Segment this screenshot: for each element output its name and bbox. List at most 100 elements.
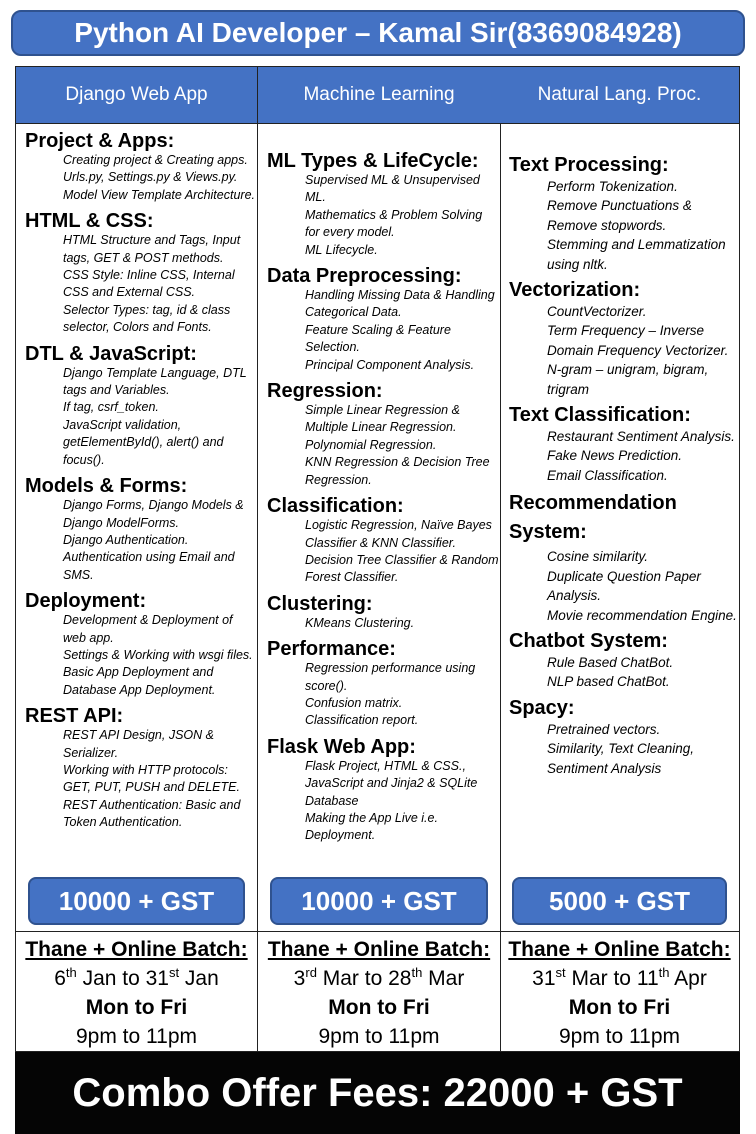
section-title: Text Processing: [509, 154, 669, 176]
topic-item: Urls.py, Settings.py & Views.py. [63, 170, 238, 185]
section-title: Deployment: [25, 590, 147, 613]
course-column-nlp: Natural Lang. Proc. Text Processing: Perfo… [500, 67, 739, 1051]
end-suffix: th [411, 965, 423, 980]
batch-time: 9pm to 11pm [75, 1025, 197, 1048]
start-day: 6 [54, 967, 66, 990]
batch-info: Thane + Online Batch: 3rd Mar to 28th Mar… [258, 931, 500, 1051]
topic-item: Logistic Regression, Naïve Bayes Classif… [305, 518, 492, 550]
batch-dates: 3rd Mar to 28th Mar [258, 964, 500, 993]
topic-list: ML Types & LifeCycle: Supervised ML & Uns… [258, 144, 500, 845]
column-header: Machine Learning [258, 67, 500, 124]
topic-list: Project & Apps: Creating project & Creati… [16, 124, 257, 832]
topic-item: If tag, csrf_token. [63, 400, 159, 415]
batch-days: Mon to Fri [328, 996, 430, 1019]
topic-item: NLP based ChatBot. [547, 674, 670, 690]
section-items: Simple Linear Regression & Multiple Line… [305, 402, 500, 489]
section-title: Chatbot System: [509, 629, 668, 652]
section-items: Handling Missing Data & Handling Categor… [305, 287, 500, 374]
date-middle: Mar to 11 [565, 967, 659, 990]
batch-days: Mon to Fri [568, 996, 671, 1019]
topic-item: Django Forms, Django Models & Django Mod… [63, 498, 244, 530]
batch-days: Mon to Fri [85, 996, 188, 1019]
section-title: ML Types & LifeCycle: [267, 150, 479, 172]
start-day: 3 [293, 967, 306, 990]
course-column-django: Django Web App Project & Apps: Creating pr… [16, 67, 257, 1051]
topic-item: Polynomial Regression. [305, 437, 437, 452]
topic-item: KNN Regression & Decision Tree Regressio… [305, 455, 490, 487]
batch-title: Thane + Online Batch: [25, 938, 248, 961]
section-items: Creating project & Creating apps. Urls.py… [63, 152, 257, 204]
start-suffix: th [65, 965, 77, 980]
end-month: Jan [179, 967, 219, 990]
topic-item: Duplicate Question Paper Analysis. [547, 568, 701, 604]
section-items: Development & Deployment of web app. Sett… [63, 612, 257, 699]
section-items: Flask Project, HTML & CSS., JavaScript a… [305, 758, 500, 845]
batch-time: 9pm to 11pm [558, 1025, 680, 1048]
topic-item: N-gram – unigram, bigram, trigram [547, 362, 709, 397]
section-title: Flask Web App: [267, 735, 416, 758]
topic-list: Text Processing: Perform Tokenization. Rem… [500, 149, 739, 778]
start-suffix: st [555, 965, 566, 980]
topic-item: Mathematics & Problem Solving for every … [305, 207, 483, 240]
topic-item: Stemming and Lemmatization using nltk. [547, 237, 726, 272]
end-month: Apr [669, 967, 707, 990]
topic-item: Confusion matrix. [305, 695, 403, 710]
topic-item: Movie recommendation Engine. [547, 607, 737, 623]
end-suffix: th [658, 965, 670, 980]
batch-info: Thane + Online Batch: 31st Mar to 11th Ap… [500, 931, 739, 1051]
topic-item: JavaScript validation, getElementById(),… [63, 417, 224, 467]
price-badge: 10000 + GST [28, 877, 245, 925]
section-items: Pretrained vectors. Similarity, Text Clea… [547, 720, 739, 778]
date-middle: Jan to 31 [76, 967, 169, 990]
page-title: Python AI Developer – Kamal Sir(83690849… [11, 10, 745, 56]
section-title: Clustering: [267, 592, 373, 615]
topic-item: Principal Component Analysis. [305, 357, 475, 372]
topic-item: Django Template Language, DTL tags and V… [63, 365, 247, 398]
section-items: CountVectorizer. Term Frequency – Inverse… [547, 302, 739, 399]
section-items: Django Forms, Django Models & Django Mod… [63, 497, 257, 584]
topic-item: HTML Structure and Tags, Input tags, GET… [63, 233, 241, 265]
course-table: Django Web App Project & Apps: Creating pr… [15, 66, 740, 1052]
section-title: Spacy: [509, 696, 575, 719]
date-middle: Mar to 28 [316, 967, 412, 990]
topic-item: KMeans Clustering. [305, 615, 415, 630]
section-items: HTML Structure and Tags, Input tags, GET… [63, 232, 257, 336]
topic-item: Classification report. [305, 713, 419, 728]
start-suffix: rd [305, 965, 317, 980]
topic-item: Remove Punctuations & Remove stopwords. [547, 198, 692, 233]
end-suffix: st [168, 965, 180, 980]
topic-item: Django Authentication. [63, 532, 189, 547]
section-items: Restaurant Sentiment Analysis. Fake News … [547, 427, 739, 485]
start-day: 31 [532, 967, 556, 990]
price-badge: 10000 + GST [270, 877, 488, 925]
end-month: Mar [422, 967, 465, 990]
section-items: Rule Based ChatBot. NLP based ChatBot. [547, 653, 739, 692]
section-title: Recommendation System: [509, 492, 677, 544]
topic-item: Email Classification. [547, 467, 668, 483]
batch-dates: 6th Jan to 31st Jan [16, 964, 257, 993]
topic-item: Perform Tokenization. [547, 179, 678, 194]
topic-item: Development & Deployment of web app. [63, 613, 233, 645]
batch-title: Thane + Online Batch: [267, 938, 491, 961]
section-title: Text Classification: [509, 404, 691, 427]
section-title: HTML & CSS: [25, 210, 154, 233]
topic-item: Supervised ML & Unsupervised ML. [305, 173, 480, 205]
topic-item: Creating project & Creating apps. [63, 153, 248, 167]
batch-info: Thane + Online Batch: 6th Jan to 31st Jan… [16, 931, 257, 1051]
topic-item: Similarity, Text Cleaning, Sentiment Ana… [547, 741, 695, 776]
topic-item: REST Authentication: Basic and Token Aut… [63, 797, 241, 830]
topic-item: Simple Linear Regression & Multiple Line… [305, 403, 460, 435]
section-items: KMeans Clustering. [305, 615, 500, 632]
section-title: REST API: [25, 705, 124, 728]
topic-item: REST API Design, JSON & Serializer. [63, 728, 214, 760]
section-items: Regression performance using score(). Con… [305, 660, 500, 730]
section-title: DTL & JavaScript: [25, 342, 197, 365]
topic-item: CSS Style: Inline CSS, Internal CSS and … [63, 268, 235, 300]
topic-item: Pretrained vectors. [547, 721, 661, 737]
topic-item: Cosine similarity. [547, 549, 649, 565]
section-items: Perform Tokenization. Remove Punctuations… [547, 177, 739, 274]
topic-item: Authentication using Email and SMS. [63, 550, 235, 582]
section-items: Cosine similarity. Duplicate Question Pap… [547, 547, 739, 625]
topic-item: Flask Project, HTML & CSS., JavaScript a… [305, 758, 478, 808]
topic-item: Settings & Working with wsgi files. [63, 647, 253, 662]
